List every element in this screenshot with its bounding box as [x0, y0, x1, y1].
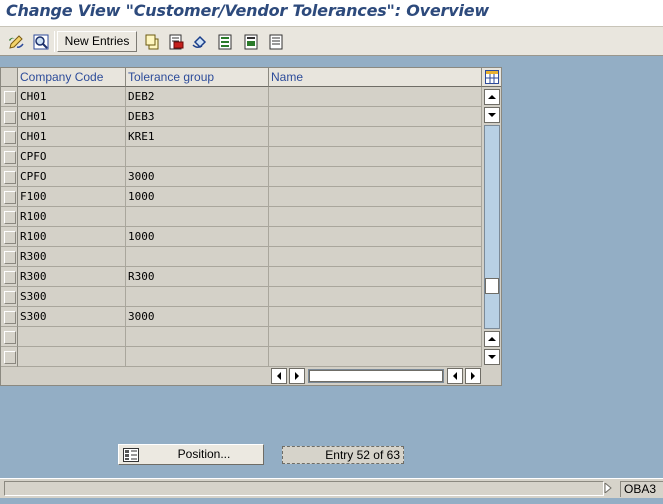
entry-counter: Entry 52 of 63 — [282, 446, 404, 464]
row-selector[interactable] — [1, 187, 18, 207]
position-button-label: Position... — [177, 447, 231, 461]
cell-tolerance-group[interactable]: 3000 — [126, 167, 269, 187]
bottom-strip — [0, 498, 663, 504]
horizontal-scroll-thumb[interactable] — [309, 370, 443, 382]
row-selector[interactable] — [1, 207, 18, 227]
cell-name[interactable] — [269, 307, 482, 327]
row-selector[interactable] — [1, 127, 18, 147]
toolbar-separator — [54, 31, 55, 52]
cell-company-code[interactable]: R300 — [18, 267, 126, 287]
cell-tolerance-group[interactable] — [126, 327, 269, 347]
position-button[interactable]: Position... — [118, 444, 264, 465]
cell-company-code[interactable]: CH01 — [18, 87, 126, 107]
scroll-page-down-button[interactable] — [484, 349, 500, 365]
page-title: Change View "Customer/Vendor Tolerances"… — [6, 1, 489, 20]
cell-tolerance-group[interactable] — [126, 287, 269, 307]
delete-icon[interactable] — [165, 31, 187, 52]
row-selector[interactable] — [1, 327, 18, 347]
cell-company-code[interactable]: R100 — [18, 227, 126, 247]
cell-company-code[interactable] — [18, 327, 126, 347]
cell-company-code[interactable]: S300 — [18, 307, 126, 327]
scroll-page-up-button[interactable] — [484, 89, 500, 105]
select-block-icon[interactable] — [240, 31, 262, 52]
row-selector[interactable] — [1, 147, 18, 167]
details-icon[interactable] — [30, 31, 52, 52]
vertical-scroll-track[interactable] — [484, 125, 500, 329]
cell-tolerance-group[interactable]: DEB2 — [126, 87, 269, 107]
column-header-tolerance-group[interactable]: Tolerance group — [126, 68, 269, 87]
vertical-scroll-thumb[interactable] — [485, 278, 499, 294]
cell-tolerance-group[interactable]: 1000 — [126, 187, 269, 207]
cell-tolerance-group[interactable]: 3000 — [126, 307, 269, 327]
status-message — [4, 481, 604, 496]
row-selector[interactable] — [1, 87, 18, 107]
tolerances-table: Company Code Tolerance group Name CH01 DE… — [0, 67, 502, 386]
cell-company-code[interactable]: F100 — [18, 187, 126, 207]
position-icon — [123, 448, 139, 465]
row-selector[interactable] — [1, 267, 18, 287]
cell-tolerance-group[interactable] — [126, 347, 269, 367]
cell-tolerance-group[interactable]: 1000 — [126, 227, 269, 247]
title-bar: Change View "Customer/Vendor Tolerances"… — [0, 0, 663, 26]
cell-company-code[interactable]: S300 — [18, 287, 126, 307]
status-bar: OBA3 — [0, 478, 663, 498]
scroll-right-page-button[interactable] — [465, 368, 481, 384]
cell-company-code[interactable] — [18, 347, 126, 367]
cell-name[interactable] — [269, 247, 482, 267]
change-display-icon[interactable] — [5, 31, 27, 52]
scroll-up-button[interactable] — [484, 107, 500, 123]
vertical-scrollbar[interactable] — [482, 87, 501, 367]
row-selector[interactable] — [1, 167, 18, 187]
cell-name[interactable] — [269, 107, 482, 127]
cell-name[interactable] — [269, 347, 482, 367]
cell-tolerance-group[interactable] — [126, 147, 269, 167]
column-header-name[interactable]: Name — [269, 68, 482, 87]
column-header-company-code[interactable]: Company Code — [18, 68, 126, 87]
row-selector[interactable] — [1, 247, 18, 267]
cell-name[interactable] — [269, 207, 482, 227]
row-selector[interactable] — [1, 227, 18, 247]
cell-tolerance-group[interactable]: KRE1 — [126, 127, 269, 147]
cell-company-code[interactable]: CPFO — [18, 147, 126, 167]
select-all-rows-button[interactable] — [1, 68, 18, 87]
cell-company-code[interactable]: R300 — [18, 247, 126, 267]
cell-company-code[interactable]: CPFO — [18, 167, 126, 187]
scroll-right-step-button[interactable] — [289, 368, 305, 384]
cell-name[interactable] — [269, 287, 482, 307]
cell-name[interactable] — [269, 227, 482, 247]
row-selector[interactable] — [1, 107, 18, 127]
scroll-left-step-button[interactable] — [447, 368, 463, 384]
horizontal-scrollbar[interactable] — [271, 368, 483, 384]
transaction-code: OBA3 — [620, 481, 663, 497]
application-toolbar: New Entries — [0, 26, 663, 56]
table-settings-icon[interactable] — [482, 68, 501, 87]
select-all-icon[interactable] — [214, 31, 236, 52]
copy-icon[interactable] — [141, 31, 163, 52]
cell-company-code[interactable]: R100 — [18, 207, 126, 227]
cell-tolerance-group[interactable]: R300 — [126, 267, 269, 287]
new-entries-button[interactable]: New Entries — [57, 31, 137, 52]
cell-name[interactable] — [269, 327, 482, 347]
cell-tolerance-group[interactable] — [126, 207, 269, 227]
horizontal-scroll-track[interactable] — [308, 369, 444, 383]
undo-change-icon[interactable] — [189, 31, 211, 52]
cell-name[interactable] — [269, 147, 482, 167]
status-expand-icon[interactable] — [604, 481, 612, 496]
cell-name[interactable] — [269, 187, 482, 207]
scroll-down-button[interactable] — [484, 331, 500, 347]
cell-name[interactable] — [269, 267, 482, 287]
scroll-left-page-button[interactable] — [271, 368, 287, 384]
cell-tolerance-group[interactable] — [126, 247, 269, 267]
cell-company-code[interactable]: CH01 — [18, 127, 126, 147]
cell-name[interactable] — [269, 87, 482, 107]
row-selector[interactable] — [1, 307, 18, 327]
deselect-all-icon[interactable] — [265, 31, 287, 52]
row-selector[interactable] — [1, 347, 18, 367]
cell-name[interactable] — [269, 127, 482, 147]
cell-name[interactable] — [269, 167, 482, 187]
cell-tolerance-group[interactable]: DEB3 — [126, 107, 269, 127]
cell-company-code[interactable]: CH01 — [18, 107, 126, 127]
row-selector[interactable] — [1, 287, 18, 307]
